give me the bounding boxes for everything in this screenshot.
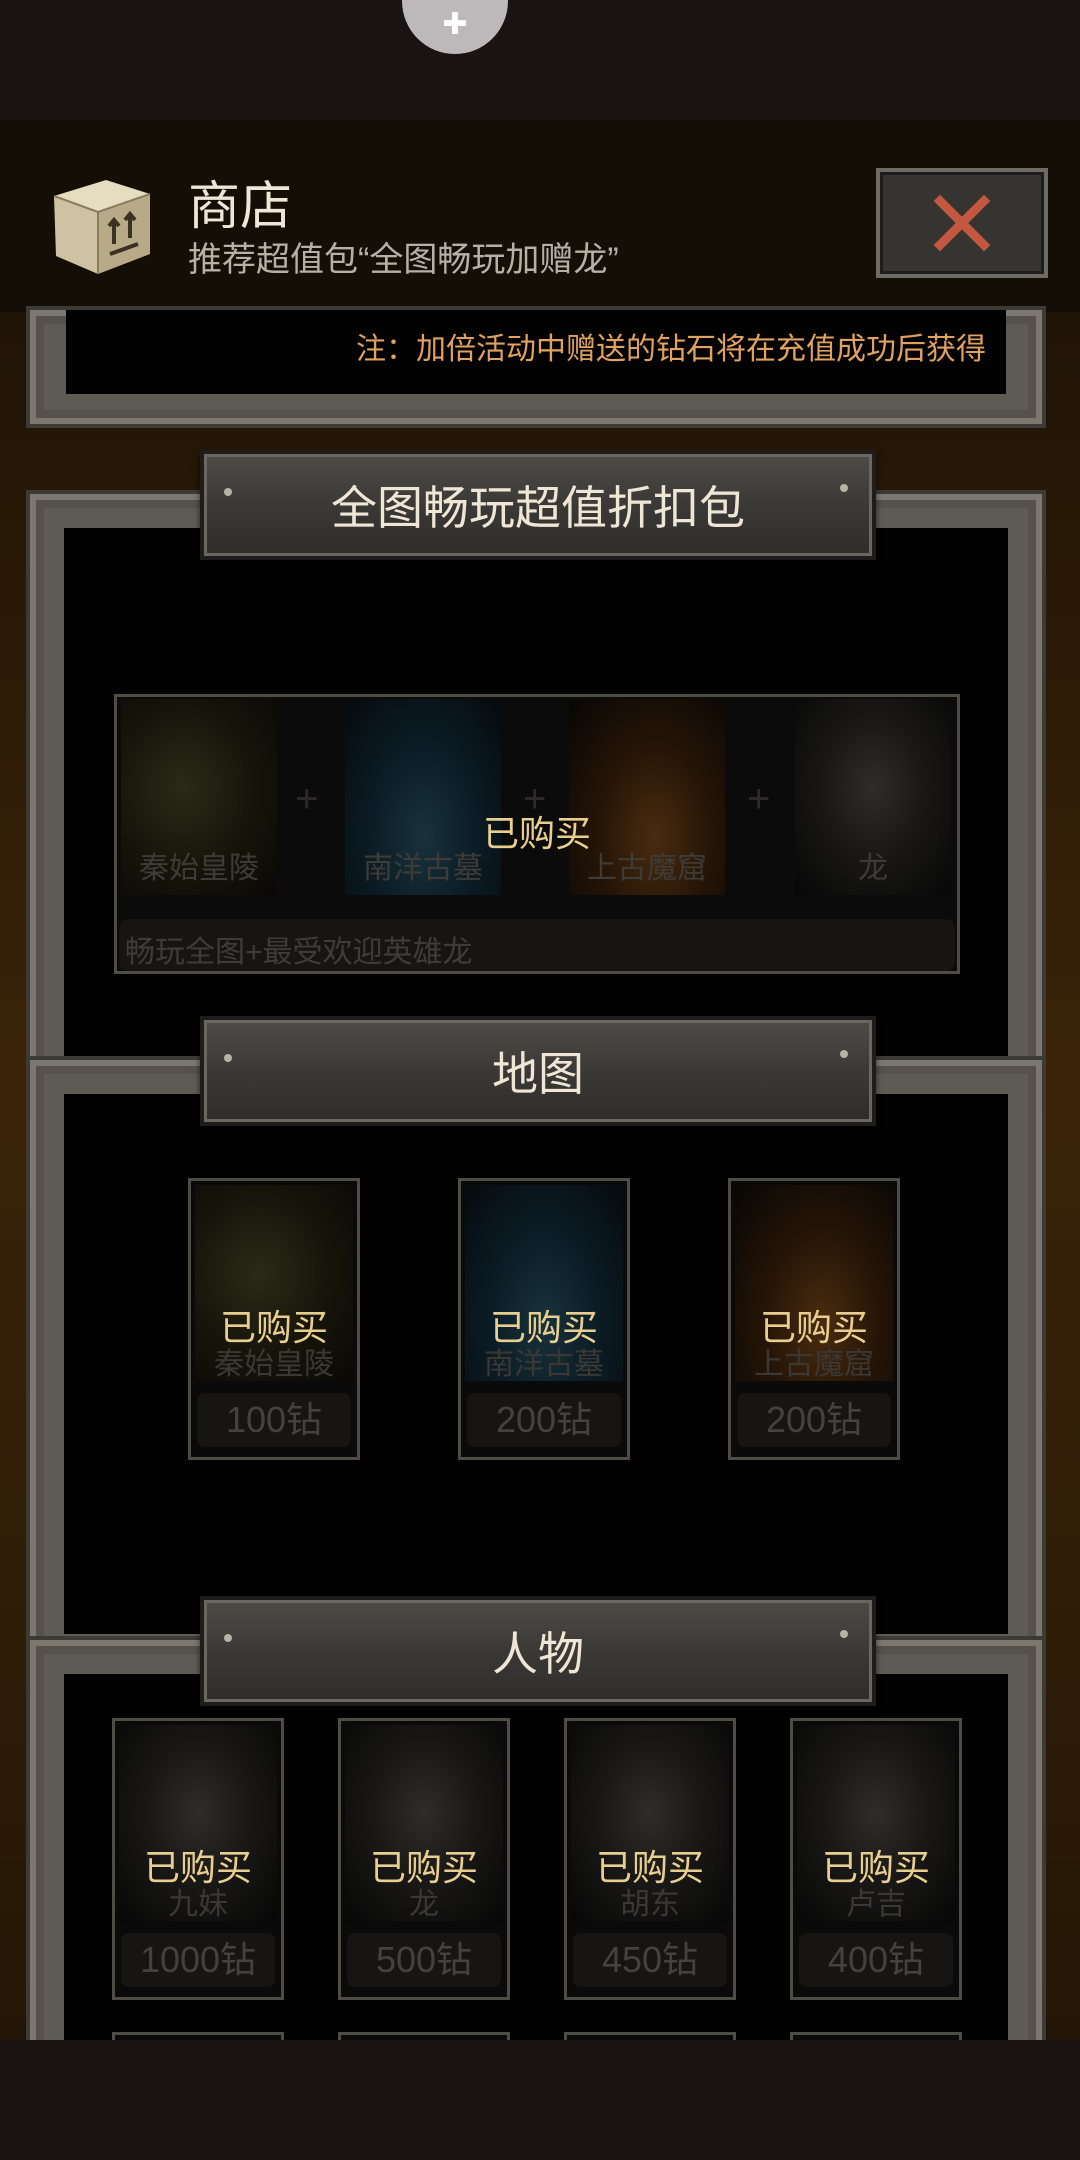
bundle-section-title-plate: 全图畅玩超值折扣包 [200, 450, 876, 560]
character-card[interactable] [564, 2032, 736, 2040]
purchased-badge: 已购买 [219, 1307, 328, 1348]
purchased-badge: 已购买 [369, 1847, 478, 1888]
map-card[interactable]: 南洋古墓 已购买 200钻 [458, 1178, 630, 1460]
character-card[interactable] [338, 2032, 510, 2040]
map-price: 200钻 [467, 1393, 621, 1447]
character-card[interactable] [790, 2032, 962, 2040]
character-card[interactable]: 卢吉 已购买 400钻 [790, 1718, 962, 2000]
character-card[interactable]: 胡东 已购买 450钻 [564, 1718, 736, 2000]
bundle-item: 南洋古墓 [345, 699, 501, 895]
purchased-badge: 已购买 [821, 1847, 930, 1888]
bundle-section-title: 全图畅玩超值折扣包 [331, 482, 745, 534]
page-subtitle: 推荐超值包“全图畅玩加赠龙” [188, 241, 619, 279]
purchased-badge: 已购买 [489, 1307, 598, 1348]
bottom-bar [0, 2040, 1080, 2160]
close-icon [933, 194, 991, 252]
puzzle-button[interactable]: ✚ [402, 0, 508, 54]
map-price: 100钻 [197, 1393, 351, 1447]
map-card[interactable]: 秦始皇陵 已购买 100钻 [188, 1178, 360, 1460]
shop-panel: 商店 推荐超值包“全图畅玩加赠龙” 注：加倍活动中赠送的钻石将在充值成功后获得 … [0, 120, 1080, 2040]
puzzle-icon: ✚ [442, 8, 468, 41]
note-frame: 注：加倍活动中赠送的钻石将在充值成功后获得 [26, 306, 1046, 428]
map-section-title: 地图 [492, 1048, 584, 1100]
purchased-badge: 已购买 [595, 1847, 704, 1888]
recharge-note: 注：加倍活动中赠送的钻石将在充值成功后获得 [356, 333, 986, 366]
map-price: 200钻 [737, 1393, 891, 1447]
character-card[interactable]: 龙 已购买 500钻 [338, 1718, 510, 2000]
bundle-item: 上古魔窟 [569, 699, 725, 895]
purchased-badge: 已购买 [759, 1307, 868, 1348]
character-price: 400钻 [799, 1933, 953, 1987]
map-section-title-plate: 地图 [200, 1016, 876, 1126]
character-card[interactable] [112, 2032, 284, 2040]
character-price: 500钻 [347, 1933, 501, 1987]
note-box: 注：加倍活动中赠送的钻石将在充值成功后获得 [66, 310, 1006, 394]
top-bar: ✚ [0, 0, 1080, 120]
map-card[interactable]: 上古魔窟 已购买 200钻 [728, 1178, 900, 1460]
bundle-card[interactable]: 秦始皇陵 + 南洋古墓 + 上古魔窟 + 龙 畅玩全图+最受欢迎英雄龙 已购买 [114, 694, 960, 974]
purchased-badge: 已购买 [482, 813, 591, 854]
character-section-title-plate: 人物 [200, 1596, 876, 1706]
bundle-description: 畅玩全图+最受欢迎英雄龙 [119, 919, 955, 971]
character-section-title: 人物 [492, 1628, 584, 1680]
shop-header: 商店 推荐超值包“全图畅玩加赠龙” [0, 120, 1080, 312]
bundle-item: 秦始皇陵 [121, 699, 277, 895]
page-title: 商店 [188, 178, 293, 236]
character-card[interactable]: 九妹 已购买 1000钻 [112, 1718, 284, 2000]
box-icon [53, 180, 151, 274]
close-button[interactable] [876, 168, 1048, 278]
purchased-badge: 已购买 [143, 1847, 252, 1888]
bundle-item: 龙 [795, 699, 951, 895]
character-price: 1000钻 [121, 1933, 275, 1987]
character-price: 450钻 [573, 1933, 727, 1987]
